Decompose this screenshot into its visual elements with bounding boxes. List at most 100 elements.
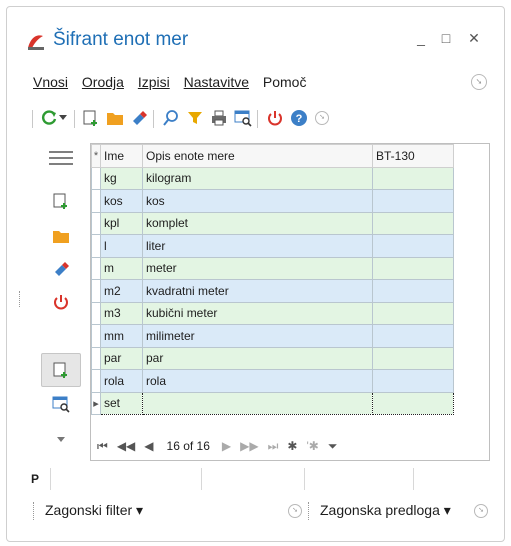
cell-ime[interactable]: set xyxy=(100,391,143,415)
power-icon[interactable] xyxy=(264,107,286,129)
new-document-icon[interactable] xyxy=(80,107,102,129)
cell-ime[interactable]: kos xyxy=(100,189,143,213)
new-record-icon[interactable] xyxy=(49,190,73,212)
cell-ime[interactable]: m xyxy=(100,256,143,280)
table-search-icon[interactable] xyxy=(49,393,73,415)
cell-opis[interactable]: rola xyxy=(142,369,373,393)
table-search-icon[interactable] xyxy=(232,107,254,129)
search-icon[interactable] xyxy=(160,107,182,129)
minimize-button[interactable]: _ xyxy=(411,30,431,46)
cell-opis[interactable]: liter xyxy=(142,234,373,258)
cell-opis[interactable]: komplet xyxy=(142,211,373,235)
nav-next-button[interactable]: ▶ xyxy=(222,439,231,453)
template-overflow-icon[interactable]: ➘ xyxy=(474,504,488,518)
cell-ime[interactable]: mm xyxy=(100,324,143,348)
cell-ime[interactable]: m2 xyxy=(100,279,143,303)
nav-prev-page-button[interactable]: ◀◀ xyxy=(117,439,135,453)
nav-first-button[interactable]: ⏮ xyxy=(97,439,108,454)
cell-bt130[interactable] xyxy=(372,189,454,213)
row-indicator[interactable] xyxy=(91,166,101,190)
cell-ime[interactable]: kpl xyxy=(100,211,143,235)
table-row[interactable]: m meter xyxy=(91,256,454,280)
cell-bt130[interactable] xyxy=(372,234,454,258)
maximize-button[interactable]: □ xyxy=(436,30,456,46)
startup-template-dropdown[interactable]: Zagonska predloga ▾ xyxy=(320,502,451,519)
row-indicator[interactable] xyxy=(91,234,101,258)
cell-opis[interactable]: meter xyxy=(142,256,373,280)
row-indicator[interactable] xyxy=(91,369,101,393)
table-row[interactable]: kos kos xyxy=(91,189,454,213)
table-row[interactable]: kpl komplet xyxy=(91,211,454,235)
table-row[interactable]: par par xyxy=(91,346,454,370)
cell-ime[interactable]: m3 xyxy=(100,301,143,325)
cell-ime[interactable]: kg xyxy=(100,166,143,190)
row-indicator[interactable] xyxy=(91,279,101,303)
menu-overflow-icon[interactable]: ➘ xyxy=(471,74,487,90)
column-header-opis[interactable]: Opis enote mere xyxy=(142,144,373,168)
cell-bt130[interactable] xyxy=(372,279,454,303)
row-indicator[interactable] xyxy=(91,301,101,325)
dropdown-arrow-icon[interactable] xyxy=(58,107,68,129)
cell-opis[interactable]: milimeter xyxy=(142,324,373,348)
cell-bt130[interactable] xyxy=(372,346,454,370)
cell-opis[interactable]: kos xyxy=(142,189,373,213)
table-row[interactable]: m3 kubični meter xyxy=(91,301,454,325)
cell-bt130[interactable] xyxy=(372,166,454,190)
close-button[interactable]: ✕ xyxy=(464,30,484,47)
filter-overflow-icon[interactable]: ➘ xyxy=(288,504,302,518)
cell-opis[interactable] xyxy=(142,391,373,415)
table-row[interactable]: rola rola xyxy=(91,369,454,393)
eraser-icon[interactable] xyxy=(49,258,73,280)
row-indicator[interactable] xyxy=(91,211,101,235)
power-icon[interactable] xyxy=(49,291,73,313)
cell-ime[interactable]: par xyxy=(100,346,143,370)
cell-opis[interactable]: par xyxy=(142,346,373,370)
cell-bt130[interactable] xyxy=(372,391,454,415)
hamburger-icon[interactable] xyxy=(49,147,73,169)
menu-orodja[interactable]: Orodja xyxy=(82,74,124,90)
open-folder-icon[interactable] xyxy=(104,107,126,129)
row-indicator[interactable] xyxy=(91,324,101,348)
table-row[interactable]: l liter xyxy=(91,234,454,258)
cell-ime[interactable]: l xyxy=(100,234,143,258)
nav-last-button[interactable]: ⏭ xyxy=(268,439,279,454)
column-header-bt130[interactable]: BT-130 xyxy=(372,144,454,168)
nav-filter-button[interactable]: ⏷ xyxy=(328,439,338,454)
print-icon[interactable] xyxy=(208,107,230,129)
cell-bt130[interactable] xyxy=(372,369,454,393)
refresh-icon[interactable] xyxy=(38,107,60,129)
startup-filter-dropdown[interactable]: Zagonski filter ▾ xyxy=(45,502,143,519)
nav-prev-button[interactable]: ◀ xyxy=(144,439,153,453)
table-row[interactable]: m2 kvadratni meter xyxy=(91,279,454,303)
menu-pomoc[interactable]: Pomoč xyxy=(263,74,307,90)
header-marker[interactable]: * xyxy=(91,144,101,168)
nav-next-page-button[interactable]: ▶▶ xyxy=(240,439,258,453)
collapse-arrow-icon[interactable] xyxy=(49,429,73,451)
cell-opis[interactable]: kvadratni meter xyxy=(142,279,373,303)
table-row-current[interactable]: ▸ set xyxy=(91,391,454,415)
new-record-selected-icon[interactable] xyxy=(41,353,81,387)
cell-bt130[interactable] xyxy=(372,324,454,348)
cell-ime[interactable]: rola xyxy=(100,369,143,393)
nav-delete-button[interactable]: '✱ xyxy=(306,439,318,453)
menu-izpisi[interactable]: Izpisi xyxy=(138,74,170,90)
row-indicator[interactable] xyxy=(91,346,101,370)
cell-bt130[interactable] xyxy=(372,301,454,325)
menu-vnosi[interactable]: Vnosi xyxy=(33,74,68,90)
current-row-indicator[interactable]: ▸ xyxy=(91,391,101,415)
row-indicator[interactable] xyxy=(91,256,101,280)
menu-nastavitve[interactable]: Nastavitve xyxy=(184,74,249,90)
cell-bt130[interactable] xyxy=(372,211,454,235)
nav-append-button[interactable]: ✱ xyxy=(287,439,297,453)
row-indicator[interactable] xyxy=(91,189,101,213)
help-icon[interactable]: ? xyxy=(288,107,310,129)
filter-icon[interactable] xyxy=(184,107,206,129)
eraser-icon[interactable] xyxy=(128,107,150,129)
table-row[interactable]: kg kilogram xyxy=(91,166,454,190)
column-header-ime[interactable]: Ime xyxy=(100,144,143,168)
cell-opis[interactable]: kilogram xyxy=(142,166,373,190)
overflow-icon[interactable]: ➘ xyxy=(311,107,333,129)
cell-opis[interactable]: kubični meter xyxy=(142,301,373,325)
cell-bt130[interactable] xyxy=(372,256,454,280)
open-folder-icon[interactable] xyxy=(49,225,73,247)
